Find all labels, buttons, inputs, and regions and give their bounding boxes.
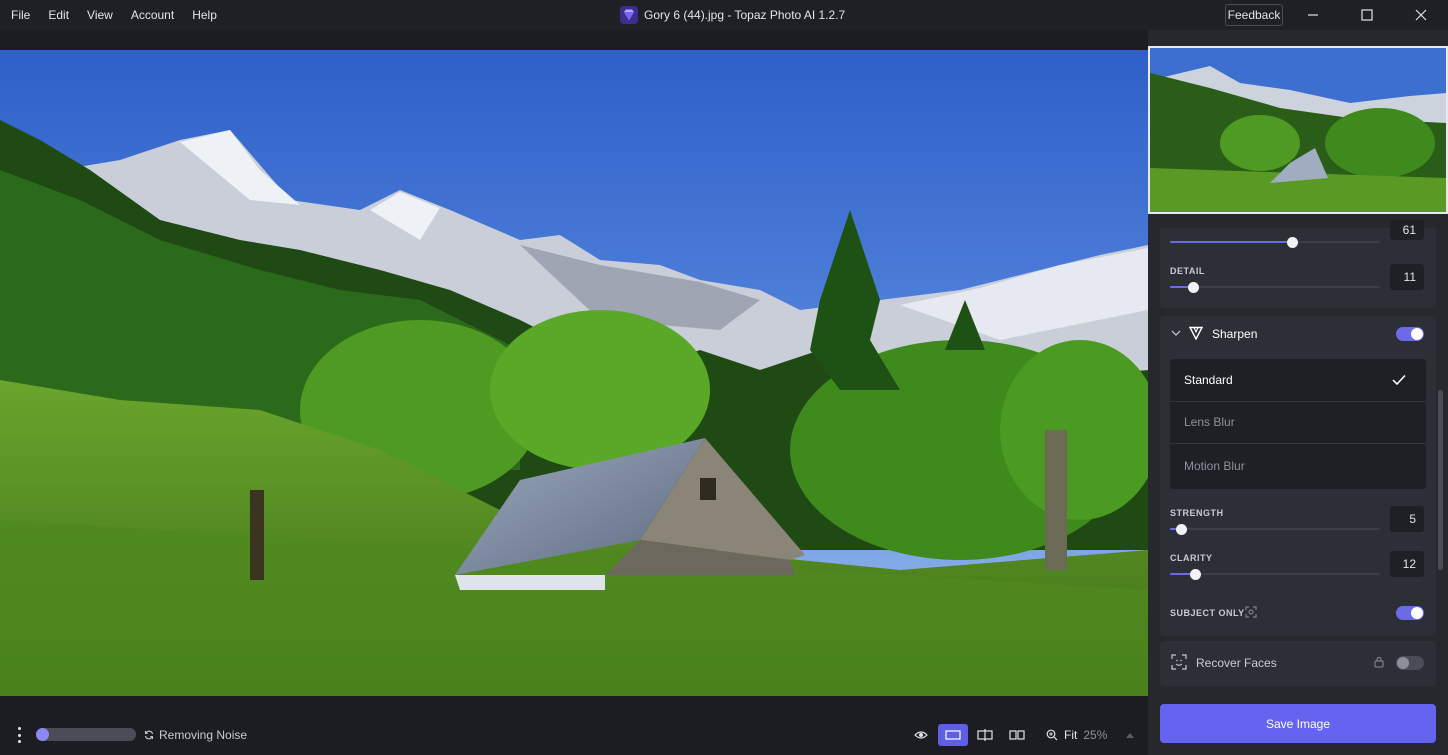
save-image-button[interactable]: Save Image (1160, 704, 1436, 743)
strength-slider-knob[interactable] (1175, 523, 1187, 535)
subject-only-toggle[interactable] (1396, 606, 1424, 620)
maximize-icon (1361, 9, 1373, 21)
detail-value-field[interactable]: 11 (1390, 264, 1424, 290)
panel-scrollbar[interactable] (1438, 390, 1443, 570)
option-lens-blur[interactable]: Lens Blur (1170, 401, 1426, 443)
clarity-value-field[interactable]: 12 (1390, 551, 1424, 577)
partial-slider-fill (1170, 241, 1292, 243)
image-canvas[interactable] (0, 50, 1148, 696)
canvas-top-strip (0, 30, 1148, 50)
clarity-slider[interactable] (1170, 568, 1380, 580)
menu-file[interactable]: File (2, 0, 39, 30)
sharpen-toggle[interactable] (1396, 327, 1424, 341)
option-motion-blur[interactable]: Motion Blur (1170, 445, 1426, 487)
zoom-control[interactable]: Fit 25% (1046, 724, 1135, 746)
menu-bar: File Edit View Account Help (0, 0, 226, 30)
strength-value-field[interactable]: 5 (1390, 506, 1424, 532)
topaz-logo-icon (620, 6, 638, 24)
menu-view[interactable]: View (78, 0, 122, 30)
clarity-label: CLARITY (1170, 553, 1213, 563)
face-scan-icon (1171, 654, 1187, 670)
title-bar: File Edit View Account Help Gory 6 (44).… (0, 0, 1448, 30)
sharpen-icon (1189, 326, 1203, 340)
detail-slider-knob[interactable] (1188, 281, 1200, 293)
zoom-icon (1046, 729, 1058, 741)
chevron-down-icon[interactable] (1171, 329, 1181, 337)
sharpen-model-list: Standard Lens Blur Motion Blur (1170, 359, 1426, 489)
partial-value-field[interactable]: 61 (1390, 220, 1424, 240)
partial-slider-knob[interactable] (1286, 236, 1298, 248)
checkmark-icon (1392, 374, 1406, 386)
minimize-icon (1308, 14, 1318, 16)
recover-faces-title: Recover Faces (1196, 656, 1277, 670)
maximize-button[interactable] (1340, 0, 1394, 30)
menu-account[interactable]: Account (122, 0, 183, 30)
strength-slider[interactable] (1170, 523, 1380, 535)
option-lens-blur-label: Lens Blur (1184, 415, 1235, 429)
close-button[interactable] (1394, 0, 1448, 30)
detail-slider[interactable] (1170, 281, 1380, 293)
processing-status: Removing Noise (144, 728, 247, 742)
zoom-percent: 25% (1083, 728, 1108, 742)
recover-faces-toggle[interactable] (1396, 656, 1424, 670)
clarity-slider-knob[interactable] (1190, 568, 1202, 580)
menu-help[interactable]: Help (183, 0, 226, 30)
close-icon (1415, 9, 1427, 21)
refresh-icon (144, 730, 154, 740)
feedback-button[interactable]: Feedback (1225, 4, 1283, 26)
partial-slider[interactable] (1170, 236, 1380, 248)
sharpen-title: Sharpen (1212, 327, 1258, 341)
navigator-preview[interactable] (1148, 46, 1448, 214)
noise-section-partial: 61 DETAIL 11 (1160, 220, 1436, 308)
preview-toggle-button[interactable] (906, 724, 936, 746)
landscape-photo (0, 50, 1148, 696)
subject-focus-icon (1245, 606, 1257, 618)
option-motion-blur-label: Motion Blur (1184, 459, 1245, 473)
caret-up-icon[interactable] (1125, 731, 1135, 739)
eye-icon (914, 731, 928, 739)
option-standard[interactable]: Standard (1170, 359, 1426, 401)
side-by-side-icon (1009, 730, 1025, 740)
minimize-button[interactable] (1286, 0, 1340, 30)
split-view-button[interactable] (970, 724, 1000, 746)
single-view-button[interactable] (938, 724, 968, 746)
side-by-side-view-button[interactable] (1002, 724, 1032, 746)
detail-label: DETAIL (1170, 266, 1205, 276)
recover-faces-section: Recover Faces (1160, 641, 1436, 686)
more-options-icon[interactable] (12, 726, 26, 744)
window-title-text: Gory 6 (44).jpg - Topaz Photo AI 1.2.7 (644, 8, 846, 22)
progress-fill (36, 728, 49, 741)
processing-progress-bar (36, 728, 136, 741)
navigator-thumbnail (1150, 48, 1446, 212)
strength-label: STRENGTH (1170, 508, 1224, 518)
status-text: Removing Noise (159, 728, 248, 742)
lock-icon (1374, 657, 1384, 668)
zoom-label: Fit (1064, 728, 1078, 742)
window-title: Gory 6 (44).jpg - Topaz Photo AI 1.2.7 (620, 0, 845, 30)
menu-edit[interactable]: Edit (39, 0, 78, 30)
option-standard-label: Standard (1184, 373, 1233, 387)
option-divider (1170, 443, 1426, 444)
split-view-icon (977, 729, 993, 741)
single-view-icon (945, 730, 961, 740)
subject-only-label: SUBJECT ONLY (1170, 608, 1245, 618)
